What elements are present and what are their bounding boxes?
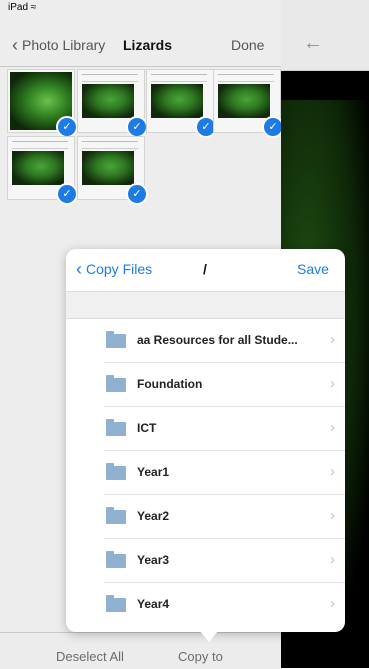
preview-toolbar: ← <box>281 0 369 71</box>
chevron-left-icon: ‹ <box>76 259 82 279</box>
popover-header: ‹ Copy Files / Save <box>66 249 345 292</box>
checkmark-icon: ✓ <box>126 116 148 138</box>
chevron-right-icon: › <box>330 595 335 612</box>
nav-bar: ‹ Photo Library Lizards Done <box>0 26 281 67</box>
device-label: iPad <box>8 2 29 13</box>
done-button[interactable]: Done <box>231 37 264 53</box>
checkmark-icon: ✓ <box>126 183 148 205</box>
search-bar-area[interactable] <box>66 292 345 319</box>
folder-icon <box>106 507 126 524</box>
folder-item[interactable]: Year2 › <box>104 495 345 539</box>
folder-label: Foundation <box>137 377 203 391</box>
popover-pointer <box>199 630 219 642</box>
copy-to-button[interactable]: Copy to <box>178 649 223 664</box>
folder-item[interactable]: ICT › <box>104 407 345 451</box>
photo-thumbnail[interactable]: ✓ <box>77 136 148 205</box>
bottom-toolbar: Deselect All Copy to <box>0 632 281 669</box>
folder-label: Year2 <box>137 509 170 523</box>
current-path: / <box>203 261 207 277</box>
folder-item[interactable]: aa Resources for all Stude... › <box>104 319 345 363</box>
folder-icon <box>106 463 126 480</box>
lizard-image <box>151 84 203 118</box>
lizard-image <box>82 84 134 118</box>
folder-item[interactable]: Year1 › <box>104 451 345 495</box>
lizard-image <box>12 151 64 185</box>
lizard-image <box>82 151 134 185</box>
status-bar: iPad ≈ <box>8 2 36 13</box>
folder-label: aa Resources for all Stude... <box>137 333 298 347</box>
folder-item[interactable]: Year3 › <box>104 539 345 583</box>
chevron-right-icon: › <box>330 463 335 480</box>
chevron-right-icon: › <box>330 331 335 348</box>
copy-files-popover: ‹ Copy Files / Save aa Resources for all… <box>66 249 345 632</box>
photo-thumbnail[interactable]: ✓ <box>146 69 217 138</box>
folder-icon <box>106 375 126 392</box>
checkmark-icon: ✓ <box>56 116 78 138</box>
chevron-left-icon: ‹ <box>12 35 18 55</box>
copy-files-label: Copy Files <box>86 261 153 277</box>
folder-icon <box>106 551 126 568</box>
chevron-right-icon: › <box>330 375 335 392</box>
folder-item[interactable]: Foundation › <box>104 363 345 407</box>
photo-thumbnail[interactable]: ✓ <box>7 69 78 138</box>
photo-library-back-button[interactable]: ‹ Photo Library <box>12 35 106 55</box>
back-label: Photo Library <box>22 37 106 53</box>
folder-list: aa Resources for all Stude... › Foundati… <box>66 319 345 626</box>
page-title: Lizards <box>123 37 173 53</box>
checkmark-icon: ✓ <box>56 183 78 205</box>
deselect-all-button[interactable]: Deselect All <box>56 649 124 664</box>
folder-icon <box>106 419 126 436</box>
folder-label: Year1 <box>137 465 170 479</box>
folder-label: ICT <box>137 421 157 435</box>
photo-thumbnail[interactable]: ✓ <box>213 69 284 138</box>
lizard-image <box>218 84 270 118</box>
chevron-right-icon: › <box>330 507 335 524</box>
folder-item[interactable]: Year4 › <box>104 583 345 626</box>
arrow-left-icon[interactable]: ← <box>303 33 323 53</box>
wifi-icon: ≈ <box>30 2 37 13</box>
chevron-right-icon: › <box>330 419 335 436</box>
save-button[interactable]: Save <box>297 261 329 277</box>
folder-icon <box>106 331 126 348</box>
folder-label: Year4 <box>137 597 170 611</box>
photo-thumbnail[interactable]: ✓ <box>77 69 148 138</box>
copy-files-back-button[interactable]: ‹ Copy Files <box>76 259 153 279</box>
folder-label: Year3 <box>137 553 170 567</box>
chevron-right-icon: › <box>330 551 335 568</box>
folder-icon <box>106 595 126 612</box>
photo-thumbnail[interactable]: ✓ <box>7 136 78 205</box>
